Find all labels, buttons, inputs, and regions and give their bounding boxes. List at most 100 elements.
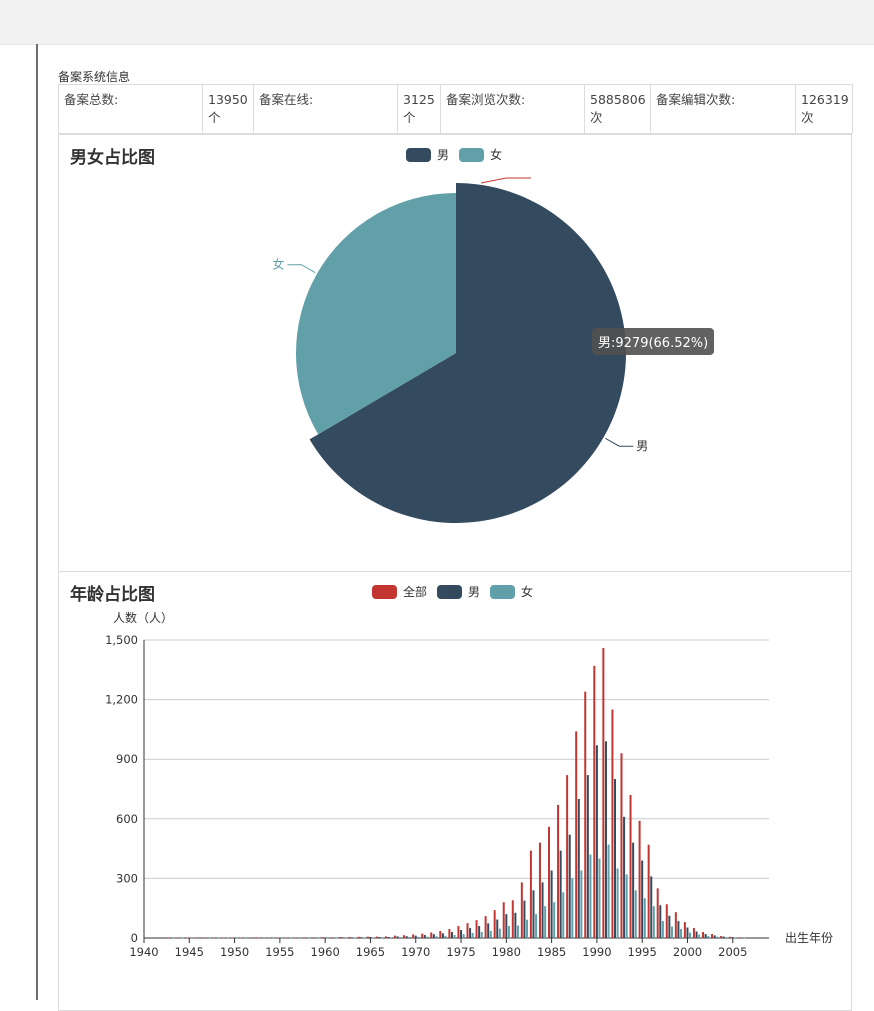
bar-female[interactable] [707,936,710,938]
bar-male[interactable] [659,905,662,938]
bar-male[interactable] [378,937,381,938]
bar-male[interactable] [423,935,426,938]
bar-female[interactable] [453,935,456,938]
bar-female[interactable] [372,937,375,939]
bar-female[interactable] [471,933,474,938]
bar-all[interactable] [439,931,442,938]
bar-female[interactable] [553,902,556,938]
bar-female[interactable] [643,898,646,938]
bar-all[interactable] [330,937,333,939]
bar-male[interactable] [532,890,535,938]
bar-all[interactable] [394,935,397,938]
bar-all[interactable] [602,647,605,938]
bar-male[interactable] [668,915,671,938]
bar-all[interactable] [466,923,469,938]
bar-all[interactable] [502,902,505,938]
bar-female[interactable] [634,890,637,938]
bar-male[interactable] [478,926,481,938]
bar-male[interactable] [731,937,734,938]
bar-male[interactable] [623,816,626,938]
bar-male[interactable] [650,876,653,938]
bar-female[interactable] [209,937,211,939]
bar-all[interactable] [529,850,532,938]
bar-male[interactable] [242,937,245,939]
bar-male[interactable] [550,870,553,938]
bar-male[interactable] [197,937,200,939]
bar-female[interactable] [172,937,175,939]
bar-female[interactable] [362,937,365,939]
bar-female[interactable] [743,937,746,939]
bar-female[interactable] [716,936,719,938]
bar-all[interactable] [593,665,596,938]
bar-female[interactable] [598,858,601,938]
bar-all[interactable] [230,937,233,939]
bar-male[interactable] [469,928,472,938]
bar-all[interactable] [267,937,270,939]
bar-all[interactable] [548,826,551,938]
bar-male[interactable] [604,741,607,938]
bar-all[interactable] [249,937,252,939]
bar-all[interactable] [366,936,369,938]
bar-male[interactable] [414,935,417,938]
bar-all[interactable] [357,936,360,938]
bar-all[interactable] [647,844,650,938]
bar-all[interactable] [348,937,351,938]
bar-all[interactable] [339,937,342,938]
bar-female[interactable] [498,928,501,938]
bar-all[interactable] [520,882,523,938]
bar-female[interactable] [680,929,683,938]
bar-female[interactable] [290,937,293,939]
bar-male[interactable] [278,937,281,939]
bar-all[interactable] [321,937,324,938]
bar-all[interactable] [421,933,424,938]
bar-female[interactable] [344,937,347,939]
bar-male[interactable] [324,937,327,939]
bar-female[interactable] [670,926,673,938]
bar-female[interactable] [299,937,302,939]
bar-female[interactable] [390,937,393,939]
bar-all[interactable] [285,937,288,939]
bar-all[interactable] [683,922,686,938]
bar-female[interactable] [335,937,338,939]
bar-female[interactable] [272,937,275,939]
bar-female[interactable] [480,932,483,938]
bar-male[interactable] [595,745,598,938]
bar-male[interactable] [487,923,490,938]
bar-male[interactable] [342,937,345,939]
bar-male[interactable] [351,937,354,939]
bar-female[interactable] [381,937,384,939]
bar-all[interactable] [557,804,560,938]
bar-all[interactable] [312,937,315,939]
bar-all[interactable] [620,753,623,938]
bar-male[interactable] [722,936,725,938]
bar-all[interactable] [294,937,297,939]
bar-all[interactable] [638,820,641,938]
bar-all[interactable] [575,731,578,938]
bar-male[interactable] [179,937,182,939]
bar-female[interactable] [571,878,574,938]
bar-all[interactable] [720,936,723,938]
bar-female[interactable] [725,937,728,939]
bar-all[interactable] [511,900,514,938]
bar-male[interactable] [233,937,236,939]
bar-male[interactable] [369,937,372,938]
bar-male[interactable] [387,937,390,938]
bar-female[interactable] [317,937,320,939]
bar-male[interactable] [450,932,453,938]
bar-all[interactable] [412,934,415,938]
bar-female[interactable] [281,937,284,939]
bar-male[interactable] [514,912,517,938]
bar-male[interactable] [315,937,318,939]
bar-male[interactable] [188,937,191,939]
bar-male[interactable] [641,860,644,938]
bar-female[interactable] [698,934,701,938]
bar-male[interactable] [677,921,680,938]
bar-all[interactable] [457,926,460,938]
bar-female[interactable] [544,906,547,938]
bar-all[interactable] [702,932,704,938]
bar-all[interactable] [538,842,541,938]
bar-male[interactable] [260,937,263,939]
bar-female[interactable] [218,937,221,939]
bar-female[interactable] [227,937,230,939]
bar-female[interactable] [589,854,592,938]
